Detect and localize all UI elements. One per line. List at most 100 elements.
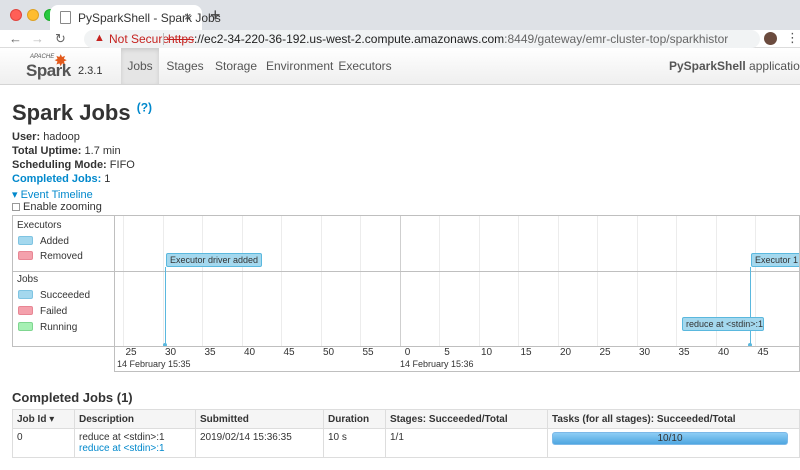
profile-avatar[interactable]: [764, 32, 777, 45]
stages-cell: 1/1: [385, 428, 548, 458]
tasks-progress-label: 10/10: [657, 433, 683, 444]
browser-toolbar: ← → ↻ ▲ Not Secure https://ec2-34-220-36…: [0, 30, 800, 48]
axis-tick-label: 40: [717, 347, 730, 358]
axis-tick-label: 45: [757, 347, 769, 358]
legend-added: Added: [18, 236, 69, 247]
tab-stages[interactable]: Stages: [164, 48, 206, 84]
close-window-button[interactable]: [10, 9, 22, 21]
legend-removed: Removed: [18, 251, 83, 262]
event-timeline-toggle[interactable]: ▾ Event Timeline: [12, 188, 93, 201]
legend-running: Running: [18, 322, 77, 333]
column-header-description[interactable]: Description: [74, 409, 196, 429]
completed-jobs-title[interactable]: Completed Jobs (1): [12, 390, 133, 405]
axis-major-label: 14 February 15:35: [117, 359, 191, 369]
axis-tick-label: 30: [638, 347, 651, 358]
browser-tab[interactable]: PySparkShell - Spark Jobs ×: [50, 5, 221, 30]
divider: [115, 271, 799, 272]
grid-line: [123, 216, 124, 346]
minimize-window-button[interactable]: [27, 9, 39, 21]
axis-tick-label: 20: [559, 347, 572, 358]
column-header-stages[interactable]: Stages: Succeeded/Total: [385, 409, 548, 429]
grid-line: [676, 216, 677, 346]
executor-1-event-marker: [750, 267, 751, 345]
page-icon: [60, 11, 71, 24]
spark-navbar: APACHE ✸ Spark 2.3.1 Jobs Stages Storage…: [0, 48, 800, 85]
grid-line: [241, 216, 243, 346]
column-header-duration[interactable]: Duration: [323, 409, 386, 429]
scheduling-value: FIFO: [109, 159, 135, 171]
job-summary: User: hadoop Total Uptime: 1.7 min Sched…: [12, 131, 135, 185]
tab-storage[interactable]: Storage: [214, 48, 258, 84]
duration-cell: 10 s: [323, 428, 386, 458]
tasks-progress-bar: 10/10: [552, 432, 788, 445]
divider: [13, 271, 114, 272]
event-timeline: Executors Added Removed Jobs Succeeded F…: [12, 215, 800, 372]
warning-icon[interactable]: ▲: [94, 32, 105, 44]
job-0-event[interactable]: reduce at <stdin>:1 (Jo: [682, 317, 764, 331]
grid-line: [399, 216, 401, 346]
completed-jobs-table: Job Id ▾ Description Submitted Duration …: [12, 409, 800, 458]
timeline-legend-panel: Executors Added Removed Jobs Succeeded F…: [12, 215, 115, 347]
tab-close-icon[interactable]: ×: [184, 9, 192, 24]
column-header-tasks[interactable]: Tasks (for all stages): Succeeded/Total: [547, 409, 800, 429]
axis-tick-label: 50: [322, 347, 335, 358]
executor-event-marker: [165, 267, 166, 345]
executor-driver-added-event[interactable]: Executor driver added: [166, 253, 263, 267]
axis-tick-label: 10: [480, 347, 493, 358]
tab-executors[interactable]: Executors: [338, 48, 392, 84]
more-menu-icon[interactable]: ⋮: [786, 30, 799, 46]
grid-line: [518, 216, 519, 346]
grid-line: [202, 216, 203, 346]
app-title: PySparkShell application UI: [669, 59, 800, 73]
new-tab-button[interactable]: +: [210, 5, 221, 26]
user-value: hadoop: [43, 131, 80, 143]
axis-tick-label: 45: [283, 347, 295, 358]
address-bar[interactable]: ▲ Not Secure https://ec2-34-220-36-192.u…: [84, 30, 760, 48]
grid-line: [557, 216, 559, 346]
job-id-cell: 0: [12, 428, 75, 458]
executors-group-title: Executors: [17, 220, 62, 231]
submitted-cell: 2019/02/14 15:36:35: [195, 428, 324, 458]
tab-jobs[interactable]: Jobs: [121, 48, 159, 84]
description-cell: reduce at <stdin>:1 reduce at <stdin>:1: [74, 428, 196, 458]
url-text[interactable]: https://ec2-34-220-36-192.us-west-2.comp…: [168, 32, 728, 46]
legend-failed: Failed: [18, 306, 67, 317]
tab-environment[interactable]: Environment: [266, 48, 333, 84]
help-link[interactable]: (?): [137, 101, 152, 115]
grid-line: [439, 216, 440, 346]
security-status[interactable]: Not Secure: [109, 32, 169, 46]
axis-tick-label: 30: [164, 347, 177, 358]
uptime-value: 1.7 min: [84, 145, 121, 157]
grid-line: [320, 216, 322, 346]
axis-tick-label: 35: [204, 347, 216, 358]
divider: [163, 33, 164, 45]
grid-line: [478, 216, 480, 346]
column-header-job-id[interactable]: Job Id ▾: [12, 409, 75, 429]
browser-tab-strip: PySparkShell - Spark Jobs × +: [0, 0, 800, 30]
jobs-group-title: Jobs: [17, 274, 39, 285]
spark-logo[interactable]: APACHE ✸ Spark: [26, 53, 74, 81]
checkbox[interactable]: [12, 203, 20, 211]
axis-tick-label: 25: [599, 347, 611, 358]
column-header-submitted[interactable]: Submitted: [195, 409, 324, 429]
executor-1-added-event[interactable]: Executor 1: [751, 253, 799, 267]
enable-zooming-checkbox[interactable]: Enable zooming: [12, 201, 102, 213]
completed-count: 1: [104, 173, 111, 185]
timeline-canvas[interactable]: Executor driver added Executor 1 reduce …: [114, 215, 800, 347]
axis-major-label: 14 February 15:36: [400, 359, 474, 369]
forward-arrow-icon[interactable]: →: [31, 30, 44, 48]
job-description-link[interactable]: reduce at <stdin>:1: [79, 443, 165, 454]
grid-line: [636, 216, 638, 346]
tab-title: PySparkShell - Spark Jobs: [78, 11, 221, 25]
reload-icon[interactable]: ↻: [55, 30, 66, 48]
table-row: 0 reduce at <stdin>:1 reduce at <stdin>:…: [12, 428, 800, 458]
axis-tick-label: 5: [444, 347, 450, 358]
grid-line: [360, 216, 361, 346]
back-arrow-icon[interactable]: ←: [9, 30, 22, 48]
completed-jobs-link[interactable]: Completed Jobs:: [12, 173, 101, 185]
page-title: Spark Jobs (?): [12, 100, 153, 125]
tasks-cell: 10/10: [547, 428, 800, 458]
axis-tick-label: 35: [678, 347, 690, 358]
axis-tick-label: 55: [362, 347, 374, 358]
axis-tick-label: 40: [243, 347, 256, 358]
